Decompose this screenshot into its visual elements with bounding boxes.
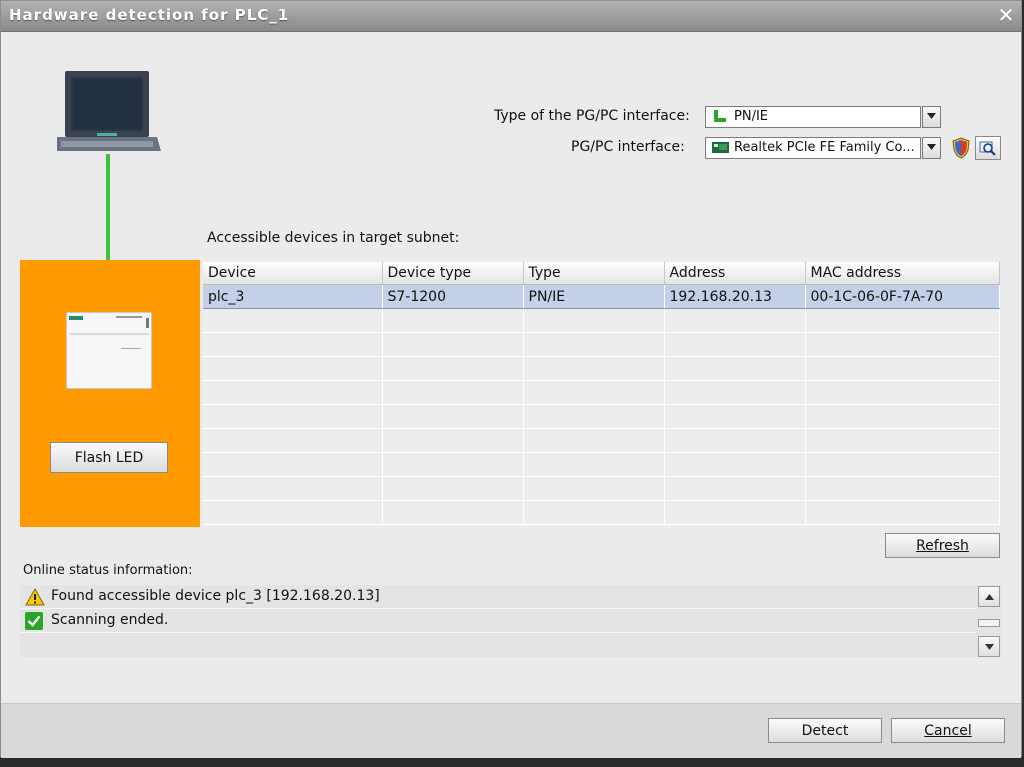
device-table: Device Device type Type Address MAC addr… (203, 262, 1000, 527)
status-message-text: Found accessible device plc_3 [192.168.2… (51, 588, 380, 604)
scroll-up-button[interactable] (978, 586, 1000, 607)
cancel-button[interactable]: Cancel (891, 718, 1005, 743)
detect-button[interactable]: Detect (768, 718, 882, 743)
interface-type-value: PN/IE (734, 109, 768, 124)
chevron-down-icon (927, 144, 936, 150)
shield-icon[interactable] (951, 137, 971, 159)
pgpc-interface-value: Realtek PCIe FE Family Co... (734, 140, 915, 155)
online-status-label: Online status information: (23, 563, 193, 578)
flash-led-button[interactable]: Flash LED (50, 442, 168, 473)
empty-row (203, 476, 1000, 501)
online-status-panel: Found accessible device plc_3 [192.168.2… (20, 585, 1001, 657)
scroll-down-button[interactable] (978, 636, 1000, 657)
column-header-mac-address[interactable]: MAC address (805, 262, 1000, 285)
chevron-up-icon (985, 594, 994, 600)
title-bar: Hardware detection for PLC_1 ✕ (1, 1, 1021, 32)
accessible-devices-label: Accessible devices in target subnet: (207, 230, 460, 246)
network-card-icon (712, 142, 729, 153)
column-header-device-type[interactable]: Device type (382, 262, 524, 285)
status-message-text: Scanning ended. (51, 612, 169, 628)
empty-row (203, 404, 1000, 429)
refresh-mnemonic: Refresh (916, 537, 969, 554)
pgpc-interface-label: PG/PC interface: (571, 139, 685, 155)
network-plug-icon (714, 110, 726, 122)
chevron-down-icon (985, 644, 994, 650)
column-header-type[interactable]: Type (523, 262, 665, 285)
warning-icon (25, 588, 45, 606)
cell-mac-address: 00-1C-06-0F-7A-70 (805, 284, 1000, 309)
plc-cpu-icon (66, 312, 152, 389)
status-message: Found accessible device plc_3 [192.168.2… (20, 585, 976, 609)
cancel-mnemonic: Cancel (924, 722, 972, 739)
magnifier-icon (979, 141, 996, 156)
pgpc-interface-select[interactable]: Realtek PCIe FE Family Co... (705, 137, 921, 159)
empty-row (203, 356, 1000, 381)
cell-address: 192.168.20.13 (664, 284, 806, 309)
cell-device: plc_3 (203, 284, 383, 309)
interface-type-select[interactable]: PN/IE (705, 106, 921, 128)
cell-type: PN/IE (523, 284, 665, 309)
interface-type-dropdown-button[interactable] (922, 106, 941, 128)
scrollbar-thumb[interactable] (978, 619, 1000, 627)
interface-type-label: Type of the PG/PC interface: (494, 108, 690, 124)
table-row[interactable]: plc_3 S7-1200 PN/IE 192.168.20.13 00-1C-… (203, 284, 1000, 309)
empty-row (203, 428, 1000, 453)
empty-row (203, 452, 1000, 477)
interface-properties-button[interactable] (975, 136, 1001, 160)
empty-row (203, 308, 1000, 333)
hardware-detection-dialog: Hardware detection for PLC_1 ✕ Flash LED… (0, 0, 1022, 758)
close-icon[interactable]: ✕ (995, 4, 1017, 26)
check-icon (25, 612, 43, 630)
laptop-icon (57, 71, 161, 151)
chevron-down-icon (927, 113, 936, 119)
empty-row (203, 380, 1000, 405)
column-header-address[interactable]: Address (664, 262, 806, 285)
dialog-title: Hardware detection for PLC_1 (9, 6, 290, 24)
empty-row (203, 500, 1000, 525)
status-message: Scanning ended. (20, 609, 976, 633)
column-header-device[interactable]: Device (203, 262, 383, 285)
empty-row (203, 332, 1000, 357)
device-panel (20, 260, 200, 527)
table-header: Device Device type Type Address MAC addr… (203, 262, 1000, 285)
refresh-button[interactable]: Refresh (885, 533, 1000, 558)
pgpc-interface-dropdown-button[interactable] (922, 137, 941, 159)
cell-device-type: S7-1200 (382, 284, 524, 309)
